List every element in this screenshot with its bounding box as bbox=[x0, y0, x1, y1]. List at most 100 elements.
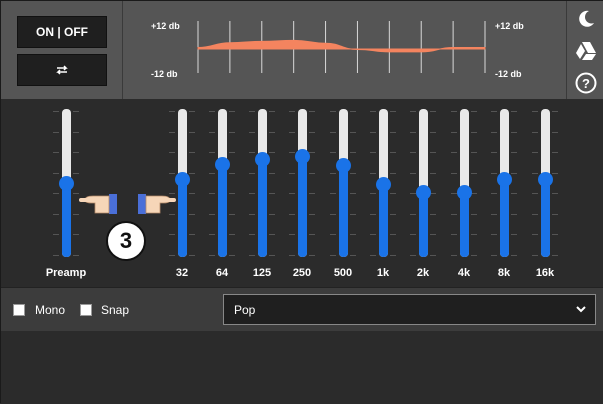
preamp-slider[interactable] bbox=[46, 109, 86, 259]
slider-tick bbox=[511, 172, 517, 174]
slider-tick bbox=[511, 193, 517, 195]
slider-thumb[interactable] bbox=[457, 184, 472, 200]
slider-tick bbox=[370, 193, 376, 195]
slider-tick bbox=[229, 131, 235, 133]
slider-tick bbox=[73, 152, 79, 154]
slider-tick bbox=[229, 152, 235, 154]
slider-tick bbox=[430, 111, 436, 112]
slider-tick bbox=[370, 152, 376, 154]
slider-thumb[interactable] bbox=[416, 184, 431, 200]
slider-thumb[interactable] bbox=[255, 152, 270, 168]
slider-fill bbox=[298, 156, 307, 257]
slider-tick bbox=[289, 213, 295, 215]
slider-thumb[interactable] bbox=[538, 171, 553, 187]
slider-track bbox=[218, 109, 227, 257]
empty-lower-area bbox=[1, 331, 603, 404]
slider-thumb[interactable] bbox=[59, 176, 74, 191]
slider-tick bbox=[249, 234, 255, 236]
slider-tick bbox=[209, 111, 215, 112]
band-slider-4k[interactable] bbox=[444, 109, 484, 259]
slider-tick bbox=[491, 172, 497, 174]
band-slider-500[interactable] bbox=[323, 109, 363, 259]
slider-tick bbox=[451, 213, 457, 215]
slider-tick bbox=[73, 172, 79, 174]
snap-label: Snap bbox=[101, 303, 130, 317]
snap-checkbox[interactable] bbox=[80, 304, 92, 316]
slider-tick bbox=[471, 152, 477, 154]
band-slider-125[interactable] bbox=[242, 109, 282, 259]
slider-tick bbox=[269, 234, 275, 236]
side-icon-column: ? bbox=[567, 1, 603, 99]
preamp-label: Preamp bbox=[45, 267, 87, 279]
slider-thumb[interactable] bbox=[175, 171, 190, 187]
slider-tick bbox=[289, 193, 295, 195]
slider-tick bbox=[552, 213, 558, 215]
slider-tick bbox=[390, 111, 396, 112]
slider-tick bbox=[552, 131, 558, 133]
slider-tick bbox=[532, 152, 538, 154]
slider-track bbox=[460, 109, 469, 257]
slider-tick bbox=[73, 111, 79, 112]
slider-tick bbox=[169, 234, 175, 236]
slider-tick bbox=[53, 131, 59, 133]
slider-tick bbox=[532, 255, 538, 256]
mono-checkbox[interactable] bbox=[13, 304, 25, 316]
slider-tick bbox=[53, 152, 59, 154]
slider-tick bbox=[269, 255, 275, 256]
slider-tick bbox=[189, 172, 195, 174]
slider-tick bbox=[410, 111, 416, 112]
loop-button[interactable] bbox=[17, 54, 107, 86]
slider-tick bbox=[552, 172, 558, 174]
band-slider-32[interactable] bbox=[162, 109, 202, 259]
slider-track bbox=[258, 109, 267, 257]
slider-tick bbox=[451, 234, 457, 236]
slider-tick bbox=[451, 255, 457, 256]
slider-thumb[interactable] bbox=[336, 158, 351, 174]
slider-tick bbox=[189, 255, 195, 256]
slider-tick bbox=[390, 152, 396, 154]
slider-tick bbox=[532, 213, 538, 215]
band-slider-250[interactable] bbox=[282, 109, 322, 259]
slider-tick bbox=[471, 234, 477, 236]
slider-tick bbox=[350, 234, 356, 236]
slider-tick bbox=[350, 255, 356, 256]
slider-tick bbox=[330, 193, 336, 195]
slider-fill bbox=[500, 178, 509, 257]
slider-tick bbox=[511, 131, 517, 133]
slider-thumb[interactable] bbox=[497, 171, 512, 187]
slider-tick bbox=[491, 111, 497, 112]
band-slider-1k[interactable] bbox=[363, 109, 403, 259]
slider-tick bbox=[249, 111, 255, 112]
slider-tick bbox=[370, 213, 376, 215]
slider-tick bbox=[370, 172, 376, 174]
slider-tick bbox=[370, 255, 376, 256]
band-slider-16k[interactable] bbox=[525, 109, 565, 259]
slider-tick bbox=[209, 213, 215, 215]
slider-tick bbox=[289, 234, 295, 236]
slider-tick bbox=[330, 255, 336, 256]
slider-tick bbox=[471, 172, 477, 174]
slider-tick bbox=[229, 111, 235, 112]
slider-thumb[interactable] bbox=[376, 177, 391, 193]
slider-tick bbox=[491, 255, 497, 256]
slider-tick bbox=[491, 193, 497, 195]
slider-fill bbox=[419, 191, 428, 257]
drive-icon[interactable] bbox=[574, 39, 598, 63]
moon-icon[interactable] bbox=[574, 7, 598, 31]
band-slider-64[interactable] bbox=[202, 109, 242, 259]
help-icon[interactable]: ? bbox=[574, 71, 598, 95]
slider-fill bbox=[258, 159, 267, 257]
slider-thumb[interactable] bbox=[215, 156, 230, 172]
slider-tick bbox=[451, 111, 457, 112]
slider-thumb[interactable] bbox=[295, 149, 310, 165]
slider-fill bbox=[460, 191, 469, 257]
slider-tick bbox=[289, 111, 295, 112]
power-toggle-button[interactable]: ON | OFF bbox=[17, 16, 107, 48]
band-slider-2k[interactable] bbox=[403, 109, 443, 259]
slider-tick bbox=[169, 111, 175, 112]
preset-select[interactable]: Pop bbox=[223, 294, 596, 325]
band-slider-8k[interactable] bbox=[484, 109, 524, 259]
slider-tick bbox=[169, 255, 175, 256]
slider-tick bbox=[169, 131, 175, 133]
slider-tick bbox=[532, 111, 538, 112]
